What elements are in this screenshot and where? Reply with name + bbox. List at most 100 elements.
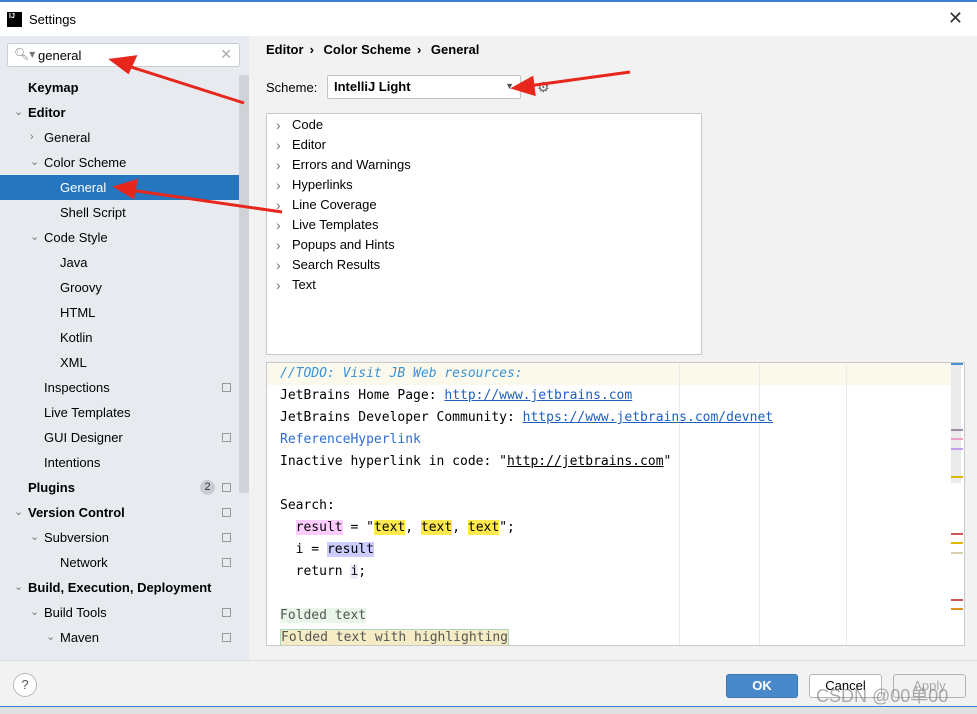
sidebar-item-label: Groovy — [60, 280, 102, 295]
sidebar-item[interactable]: Shell Script — [0, 200, 239, 225]
sidebar-item[interactable]: ⌄ Maven — [0, 625, 239, 650]
sidebar-item[interactable]: Intentions — [0, 450, 239, 475]
scheme-label: Scheme: — [266, 80, 318, 95]
sidebar-item[interactable]: Inspections — [0, 375, 239, 400]
folded-text-highlighted: Folded text with highlighting — [280, 629, 509, 645]
sidebar-item-label: Build, Execution, Deployment — [28, 580, 212, 595]
hyperlink[interactable]: https://www.jetbrains.com/devnet — [523, 410, 773, 425]
close-icon[interactable]: ✕ — [948, 8, 963, 29]
sidebar-item[interactable]: General — [0, 175, 239, 200]
window-title: Settings — [29, 12, 76, 27]
chevron-down-icon[interactable]: ⌄ — [30, 600, 39, 625]
project-settings-icon — [222, 533, 231, 542]
sidebar-item[interactable]: ⌄ Editor — [0, 100, 239, 125]
watermark: CSDN @00单00 — [816, 686, 949, 706]
sidebar-item[interactable]: › General — [0, 125, 239, 150]
chevron-down-icon[interactable]: ⌄ — [14, 575, 23, 600]
sidebar-item[interactable]: ⌄ Version Control — [0, 500, 239, 525]
code-text: Inactive hyperlink in code: — [280, 454, 500, 469]
project-settings-icon — [222, 558, 231, 567]
sidebar-item[interactable]: Live Templates — [0, 400, 239, 425]
category-item[interactable]: Line Coverage — [267, 195, 701, 215]
category-item[interactable]: Live Templates — [267, 215, 701, 235]
search-icon: 🔍︎▾ — [14, 47, 36, 61]
todo-line: //TODO: Visit JB Web resources: — [280, 366, 523, 381]
count-badge: 2 — [200, 480, 215, 495]
sidebar-item-label: General — [60, 180, 107, 195]
code-text: result — [295, 520, 343, 535]
sidebar-item-label: Maven — [60, 630, 100, 645]
reference-hyperlink: ReferenceHyperlink — [280, 432, 421, 447]
sidebar-item[interactable]: Kotlin — [0, 325, 239, 350]
code-text: result — [326, 542, 374, 557]
chevron-down-icon[interactable]: ⌄ — [30, 150, 39, 175]
sidebar-item[interactable]: XML — [0, 350, 239, 375]
project-settings-icon — [222, 508, 231, 517]
chevron-down-icon[interactable]: ⌄ — [30, 225, 39, 250]
sidebar-item[interactable]: ⌄ Code Style — [0, 225, 239, 250]
category-item[interactable]: Hyperlinks — [267, 175, 701, 195]
sidebar-item[interactable]: GUI Designer — [0, 425, 239, 450]
sidebar-item-label: XML — [60, 355, 87, 370]
sidebar-item[interactable]: ⌄ Color Scheme — [0, 150, 239, 175]
sidebar-item-label: General — [44, 130, 91, 145]
app-logo: IJ — [7, 12, 22, 27]
sidebar: 🔍︎▾ general ✕ Keymap ⌄ Editor › General ⌄ Colo… — [0, 36, 249, 660]
settings-tree: Keymap ⌄ Editor › General ⌄ Color Scheme Genera… — [0, 75, 239, 650]
sidebar-item-label: Intentions — [44, 455, 101, 470]
chevron-right-icon[interactable]: › — [30, 125, 34, 150]
code-text: text — [373, 520, 406, 535]
sidebar-item-label: HTML — [60, 305, 96, 320]
sidebar-item[interactable]: ⌄ Build Tools — [0, 600, 239, 625]
category-item[interactable]: Text — [267, 275, 701, 295]
breadcrumb-item: Editor — [266, 42, 304, 57]
sidebar-item-label: Color Scheme — [44, 155, 127, 170]
inactive-hyperlink: http://jetbrains.com — [506, 454, 664, 469]
sidebar-item-label: Shell Script — [60, 205, 126, 220]
search-input[interactable]: 🔍︎▾ general ✕ — [7, 43, 240, 67]
chevron-down-icon[interactable]: ⌄ — [14, 100, 23, 125]
sidebar-item[interactable]: Groovy — [0, 275, 239, 300]
chevron-down-icon[interactable]: ⌄ — [46, 625, 55, 650]
sidebar-item[interactable]: Plugins 2 — [0, 475, 239, 500]
breadcrumb-item: Color Scheme — [323, 42, 411, 57]
sidebar-item-label: Editor — [28, 105, 66, 120]
sidebar-item-label: Java — [60, 255, 88, 270]
category-item[interactable]: Editor — [267, 135, 701, 155]
category-item[interactable]: Code — [267, 115, 701, 135]
sidebar-item-label: Kotlin — [60, 330, 93, 345]
project-settings-icon — [222, 383, 231, 392]
sidebar-item-label: GUI Designer — [44, 430, 123, 445]
clear-icon[interactable]: ✕ — [220, 46, 232, 63]
code-text: text — [467, 520, 500, 535]
sidebar-scrollbar[interactable] — [239, 75, 249, 493]
code-text: JetBrains Home Page: — [280, 388, 445, 403]
help-button[interactable]: ? — [13, 673, 37, 697]
hyperlink[interactable]: http://www.jetbrains.com — [444, 388, 632, 403]
category-item[interactable]: Search Results — [267, 255, 701, 275]
category-item[interactable]: Popups and Hints — [267, 235, 701, 255]
title-bar: IJ Settings ✕ — [0, 0, 977, 36]
code-text: JetBrains Developer Community: — [280, 410, 523, 425]
sidebar-item[interactable]: HTML — [0, 300, 239, 325]
gear-icon[interactable]: ⚙ — [537, 79, 550, 96]
sidebar-item-label: Plugins — [28, 480, 75, 495]
ok-button[interactable]: OK — [726, 674, 798, 698]
sidebar-item[interactable]: Java — [0, 250, 239, 275]
sidebar-item[interactable]: Keymap — [0, 75, 239, 100]
category-item[interactable]: Errors and Warnings — [267, 155, 701, 175]
sidebar-item[interactable]: ⌄ Subversion — [0, 525, 239, 550]
sidebar-item-label: Network — [60, 555, 108, 570]
project-settings-icon — [222, 433, 231, 442]
chevron-down-icon[interactable]: ⌄ — [30, 525, 39, 550]
sidebar-item-label: Code Style — [44, 230, 108, 245]
chevron-down-icon[interactable]: ⌄ — [14, 500, 23, 525]
sidebar-item[interactable]: ⌄ Build, Execution, Deployment — [0, 575, 239, 600]
code-text: text — [420, 520, 453, 535]
sidebar-item[interactable]: Network — [0, 550, 239, 575]
editor-scrollbar[interactable] — [951, 363, 961, 483]
breadcrumb: Editor › Color Scheme › General — [266, 42, 480, 57]
project-settings-icon — [222, 608, 231, 617]
code-text: i — [295, 542, 304, 557]
scheme-dropdown[interactable]: IntelliJ Light ▼ — [327, 75, 521, 99]
